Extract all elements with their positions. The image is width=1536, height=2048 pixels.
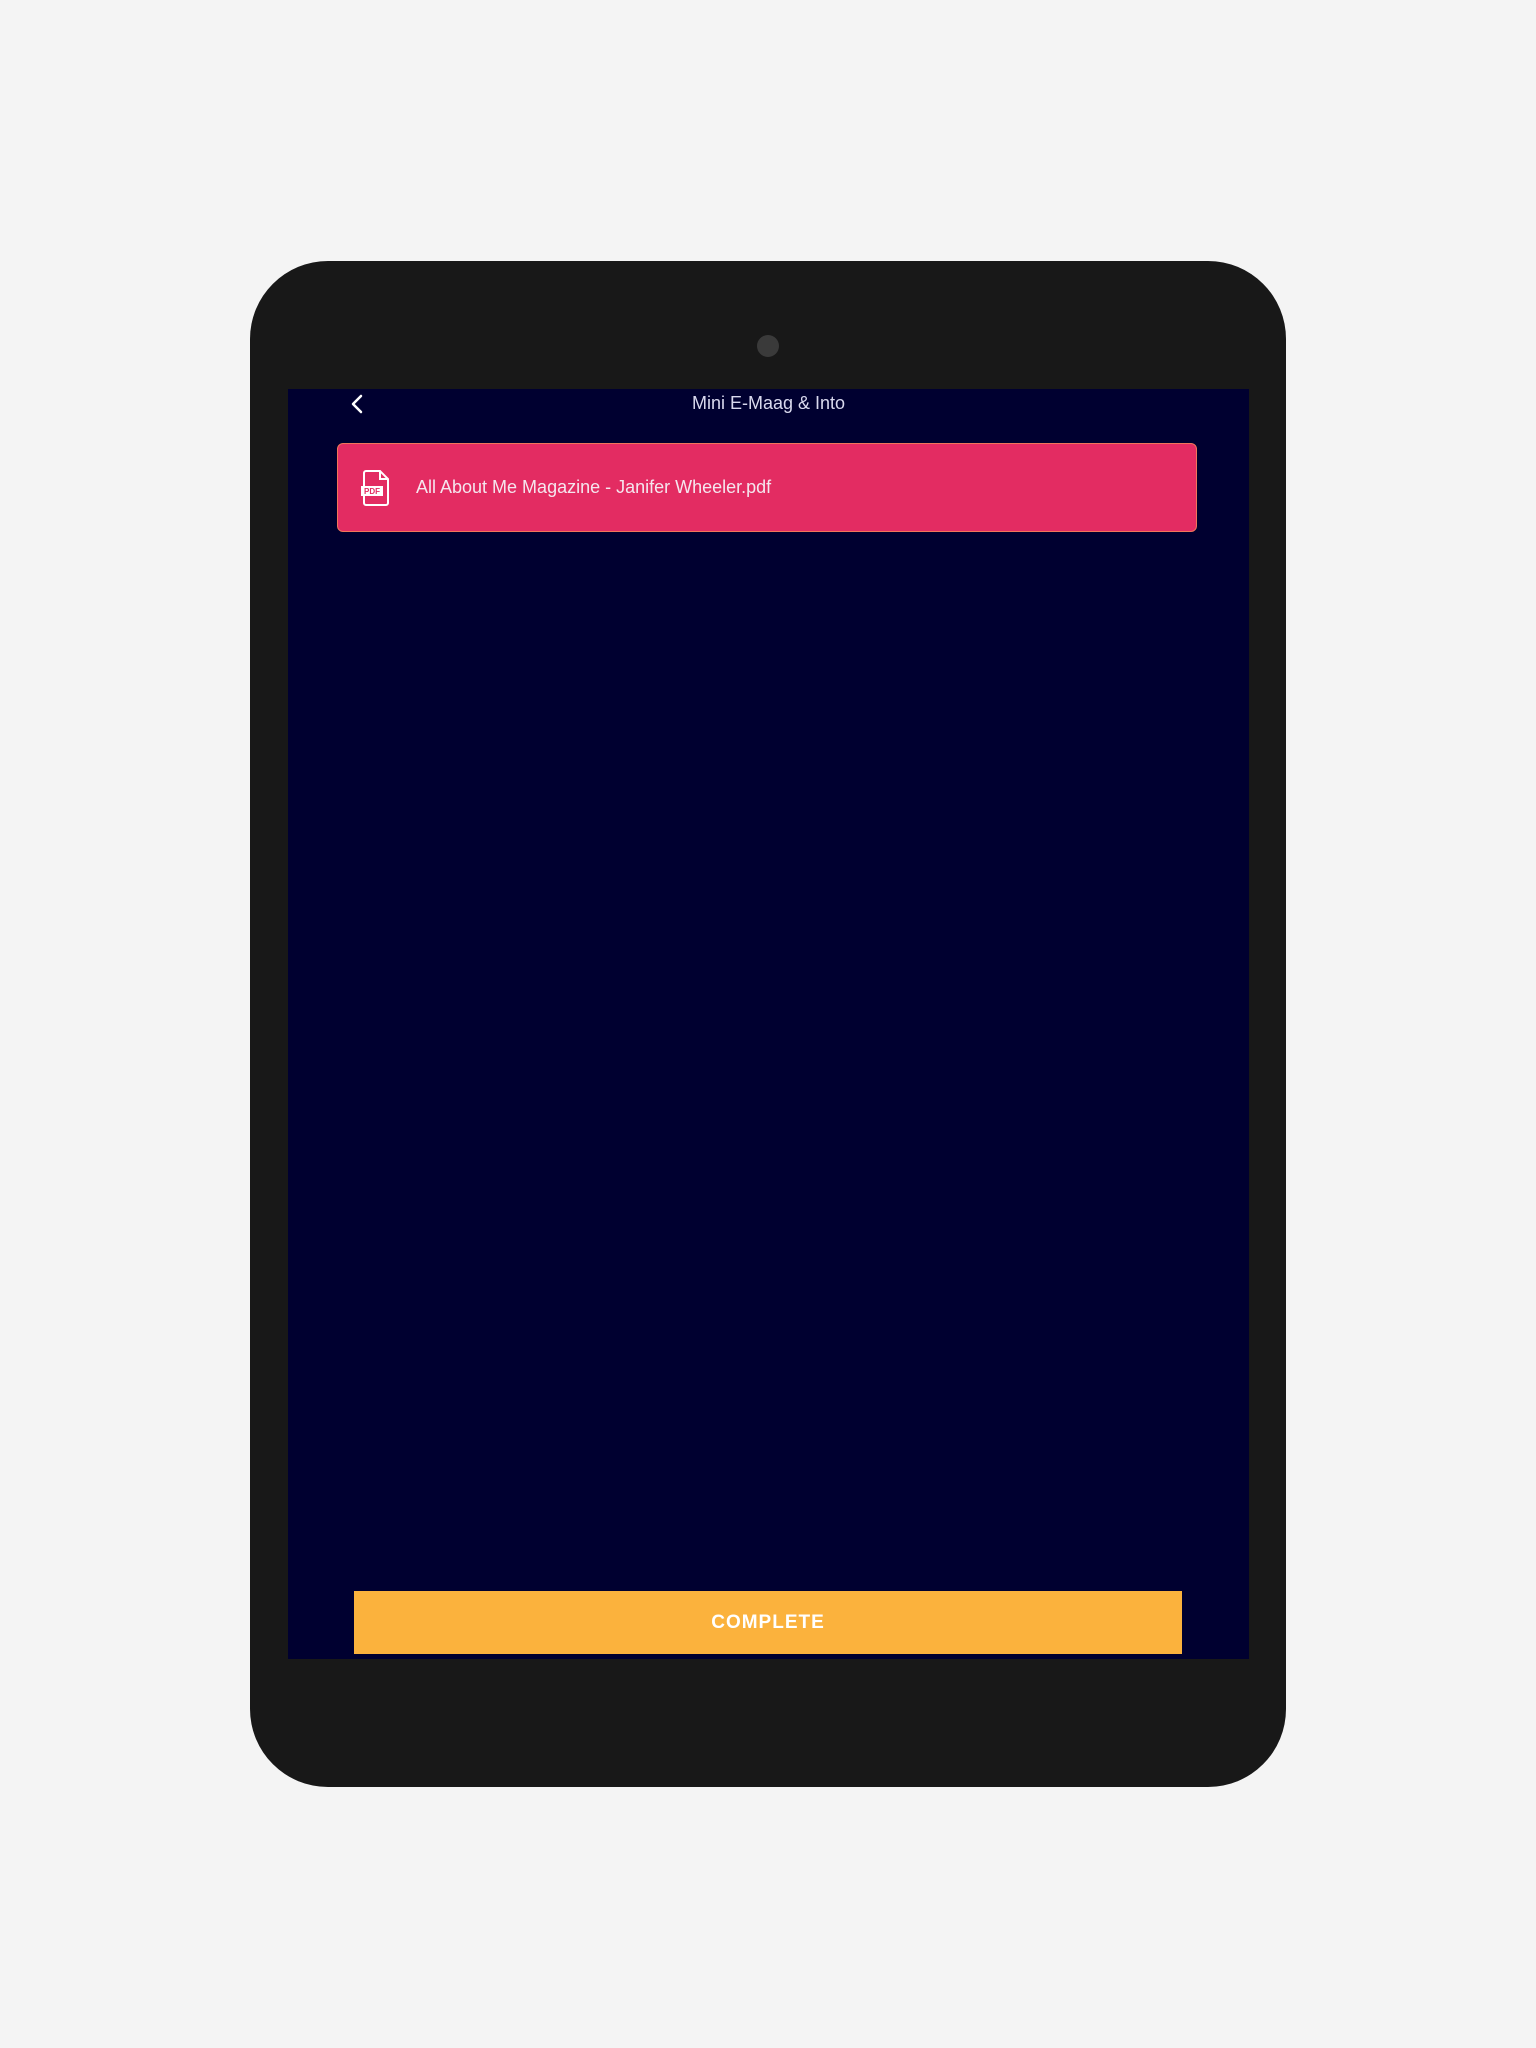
pdf-icon-label: PDF [364,487,380,496]
pdf-attachment-item[interactable]: PDF All About Me Magazine - Janifer Whee… [337,443,1197,532]
top-bar: Mini E-Maag & Into [288,389,1249,419]
page-title: Mini E-Maag & Into [691,393,846,413]
pdf-file-icon: PDF [360,469,392,507]
tablet-frame: Mini E-Maag & Into PDF All About Me Maga… [250,261,1286,1787]
app-screen: Mini E-Maag & Into PDF All About Me Maga… [288,389,1249,1659]
front-camera [757,335,779,357]
complete-button[interactable]: COMPLETE [354,1591,1182,1654]
file-name-label: All About Me Magazine - Janifer Wheeler.… [416,477,772,497]
